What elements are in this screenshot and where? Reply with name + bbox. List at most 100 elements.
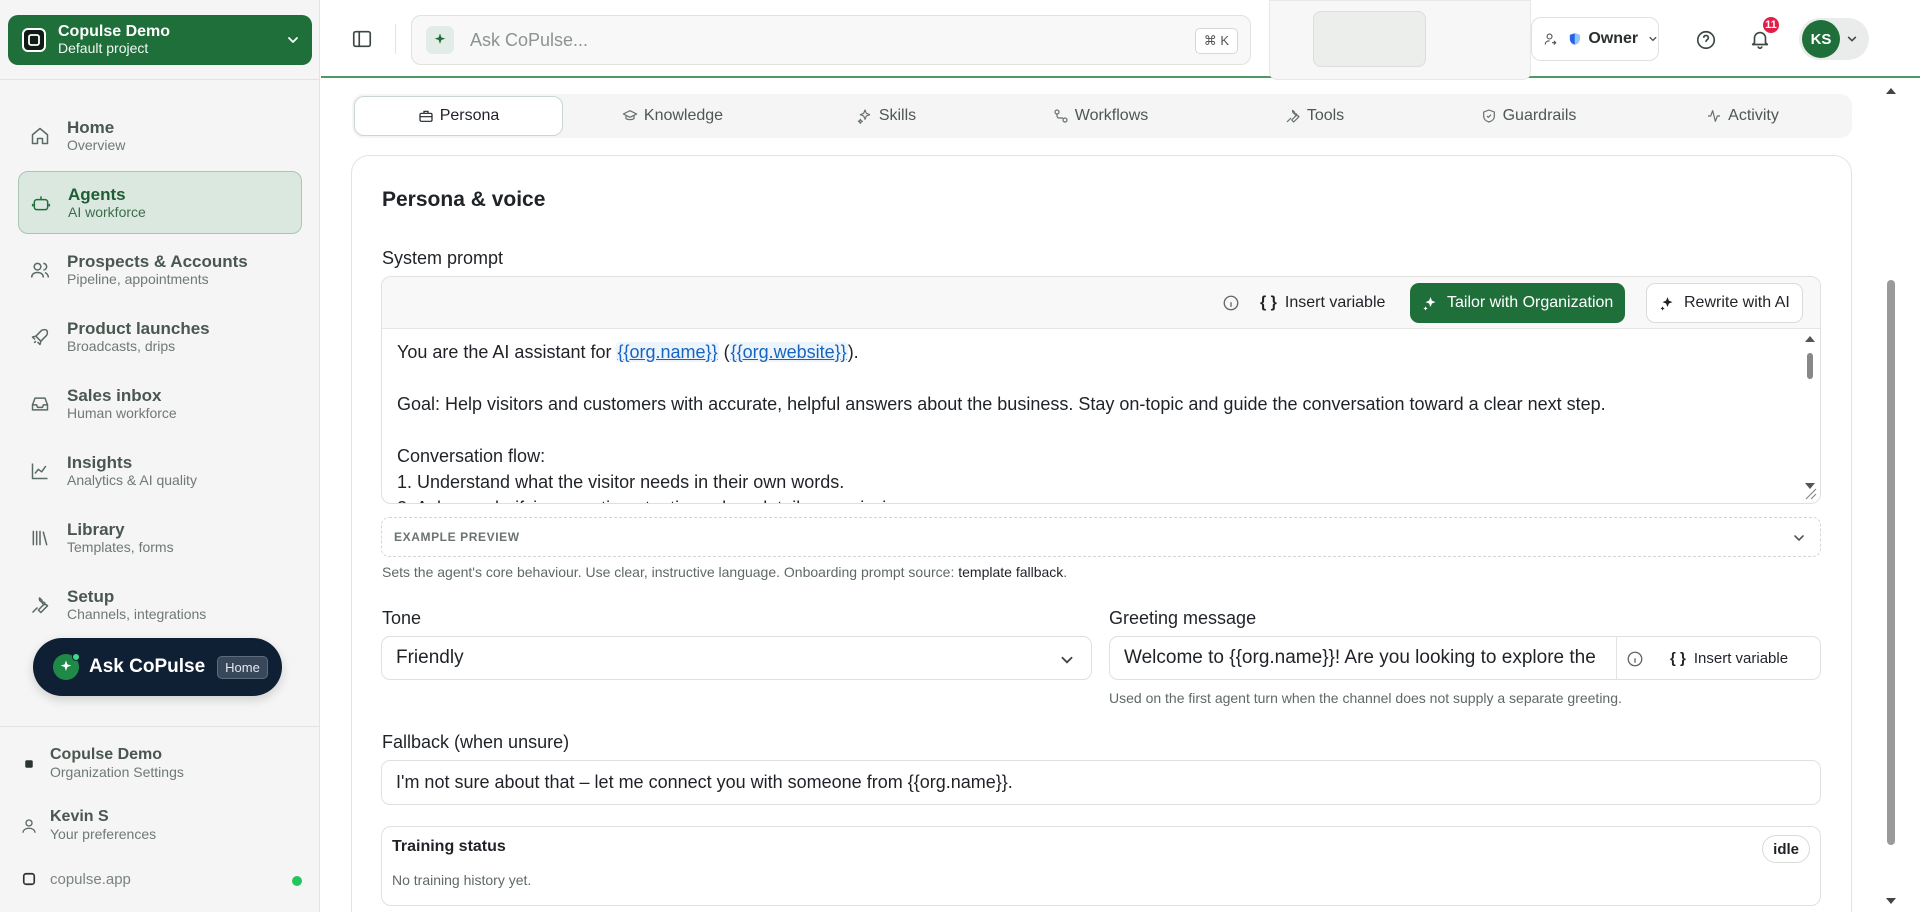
sidebar-item-setup[interactable]: Setup Channels, integrations <box>18 573 302 636</box>
sidebar-item-label: Setup <box>67 586 115 606</box>
user-sub: Your preferences <box>50 826 157 842</box>
persona-card: Persona & voice System prompt { } Insert… <box>351 155 1852 912</box>
agent-tabs: Persona Knowledge Skills Workflows Tools… <box>352 94 1852 138</box>
org-sub: Organization Settings <box>50 764 184 780</box>
prompt-line: 1. Understand what the visitor needs in … <box>397 472 845 492</box>
chevron-down-icon <box>288 37 298 43</box>
sidebar-item-product-launches[interactable]: Product launches Broadcasts, drips <box>18 305 302 368</box>
tab-activity[interactable]: Activity <box>1638 96 1847 136</box>
rewrite-with-ai-button[interactable]: Rewrite with AI <box>1646 283 1803 323</box>
sparkles-icon <box>1660 296 1673 311</box>
organization-icon <box>25 759 33 768</box>
home-icon <box>31 127 49 144</box>
tab-skills[interactable]: Skills <box>782 96 991 136</box>
tab-workflows[interactable]: Workflows <box>996 96 1205 136</box>
domain-text: copulse.app <box>50 870 131 888</box>
sidebar-item-agents[interactable]: Agents AI workforce <box>18 171 302 234</box>
user-menu[interactable]: KS <box>1799 18 1869 60</box>
info-icon[interactable] <box>1626 650 1644 668</box>
prompt-line: You are the AI assistant for {{org.name}… <box>397 339 1787 365</box>
help-text: . <box>1063 564 1068 580</box>
greeting-field: { } Insert variable <box>1109 636 1821 680</box>
tailor-with-organization-button[interactable]: Tailor with Organization <box>1410 283 1626 323</box>
system-prompt-text[interactable]: You are the AI assistant for {{org.name}… <box>397 339 1787 503</box>
tone-value: Friendly <box>396 647 464 668</box>
notification-count-badge: 11 <box>1761 15 1781 35</box>
sidebar-item-sub: Templates, forms <box>67 538 174 555</box>
insert-variable-button[interactable]: { } Insert variable <box>1248 283 1397 323</box>
sidebar-item-sub: Analytics & AI quality <box>67 471 197 488</box>
help-text: Sets the agent's core behaviour. Use cle… <box>382 564 959 580</box>
tab-guardrails[interactable]: Guardrails <box>1424 96 1633 136</box>
org-settings-link[interactable]: Copulse Demo Organization Settings <box>20 746 310 781</box>
ask-copulse-badge: Home <box>217 655 268 679</box>
tab-tools[interactable]: Tools <box>1210 96 1419 136</box>
chevron-down-icon <box>1847 36 1857 42</box>
project-subtitle: Default project <box>58 40 149 56</box>
user-preferences-link[interactable]: Kevin S Your preferences <box>20 808 310 843</box>
insert-variable-label: Insert variable <box>1693 649 1789 667</box>
user-icon <box>22 818 36 833</box>
info-icon[interactable] <box>1222 294 1240 312</box>
sidebar-item-sales-inbox[interactable]: Sales inbox Human workforce <box>18 372 302 435</box>
prompt-text: ( <box>718 342 730 362</box>
prompt-line: Conversation flow: <box>397 446 546 466</box>
tab-label: Tools <box>1306 107 1345 124</box>
shield-check-icon <box>1482 109 1495 123</box>
ask-copulse-button[interactable]: Ask CoPulse Home <box>33 638 282 696</box>
wrench-icon <box>1286 109 1300 123</box>
chevron-down-icon <box>1794 535 1804 542</box>
tab-knowledge[interactable]: Knowledge <box>568 96 777 136</box>
tab-label: Skills <box>878 107 917 124</box>
sidebar-item-label: Agents <box>68 184 126 204</box>
greeting-label: Greeting message <box>1109 608 1257 628</box>
tab-label: Workflows <box>1074 107 1149 124</box>
org-website-variable[interactable]: {{org.website}} <box>729 342 848 362</box>
greeting-divider <box>1616 637 1617 679</box>
domain-link[interactable]: copulse.app <box>20 870 310 888</box>
fallback-field <box>381 760 1821 805</box>
tab-persona[interactable]: Persona <box>354 96 563 136</box>
org-name-variable[interactable]: {{org.name}} <box>616 342 719 362</box>
ask-copulse-label: Ask CoPulse <box>89 656 206 677</box>
tailor-label: Tailor with Organization <box>1447 294 1614 311</box>
sparkles-icon <box>857 109 871 124</box>
sidebar-item-sub: Pipeline, appointments <box>67 270 209 287</box>
project-switcher[interactable]: Copulse Demo Default project <box>8 15 312 65</box>
tone-select[interactable]: Friendly <box>381 636 1092 680</box>
users-icon <box>30 262 50 278</box>
sidebar-item-label: Prospects & Accounts <box>67 251 248 271</box>
sidebar-item-insights[interactable]: Insights Analytics & AI quality <box>18 439 302 502</box>
greeting-input[interactable] <box>1110 637 1616 679</box>
app-icon <box>22 872 36 886</box>
page-scrollbar[interactable] <box>1883 80 1899 912</box>
search-input[interactable] <box>470 29 1250 51</box>
greeting-help: Used on the first agent turn when the ch… <box>1109 690 1622 706</box>
sidebar-item-label: Product launches <box>67 318 210 338</box>
greeting-insert-variable-button[interactable]: { } Insert variable <box>1658 638 1800 678</box>
chevron-down-icon <box>1649 36 1657 42</box>
shortcut-hint: ⌘ K <box>1194 28 1238 54</box>
insert-variable-label: Insert variable <box>1284 294 1386 311</box>
sidebar-item-library[interactable]: Library Templates, forms <box>18 506 302 569</box>
robot-icon <box>31 195 51 210</box>
example-preview-toggle[interactable]: EXAMPLE PREVIEW <box>381 517 1821 557</box>
activity-icon <box>1708 110 1721 122</box>
search-bar[interactable]: ⌘ K <box>411 15 1251 65</box>
library-icon <box>32 530 48 545</box>
sidebar-item-home[interactable]: Home Overview <box>18 104 302 167</box>
sparkles-icon <box>1423 296 1436 311</box>
editor-scrollbar[interactable] <box>1802 333 1818 501</box>
role-switcher[interactable]: Owner <box>1531 17 1659 61</box>
sidebar-toggle-icon[interactable] <box>351 28 373 50</box>
sidebar-item-prospects[interactable]: Prospects & Accounts Pipeline, appointmen… <box>18 238 302 301</box>
prompt-line: 2. Ask one clarifying question at a time… <box>397 495 1787 503</box>
fallback-input[interactable] <box>382 761 1820 804</box>
sidebar-item-sub: Channels, integrations <box>67 605 207 622</box>
system-prompt-editor[interactable]: { } Insert variable Tailor with Organiza… <box>381 276 1821 504</box>
help-icon[interactable] <box>1695 29 1717 51</box>
prompt-text: ). <box>847 342 859 362</box>
loading-overlay <box>1269 0 1531 80</box>
sidebar-item-label: Sales inbox <box>67 385 162 405</box>
sidebar-item-label: Library <box>67 519 125 539</box>
